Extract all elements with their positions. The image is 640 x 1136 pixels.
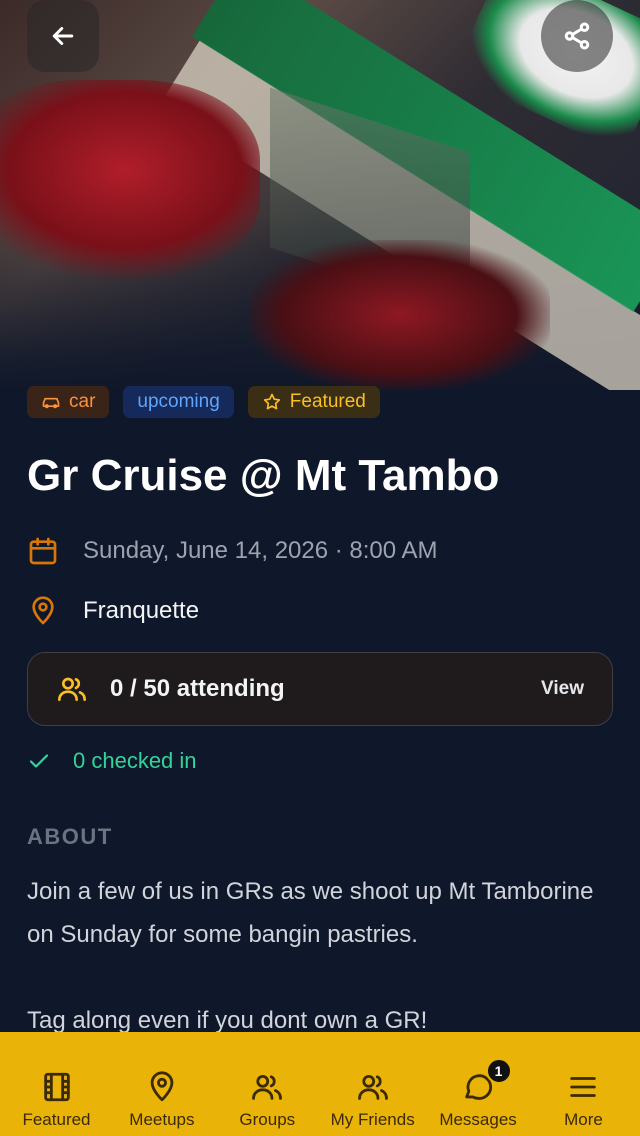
event-title: Gr Cruise @ Mt Tambo bbox=[27, 451, 500, 500]
nav-groups[interactable]: Groups bbox=[215, 1032, 320, 1136]
check-icon bbox=[29, 754, 49, 768]
map-pin-icon bbox=[32, 596, 54, 625]
star-icon bbox=[263, 393, 280, 410]
attendance-card[interactable]: 0 / 50 attending View bbox=[27, 652, 613, 726]
menu-icon bbox=[570, 1077, 597, 1097]
unread-badge: 1 bbox=[485, 1058, 512, 1084]
nav-featured[interactable]: Featured bbox=[4, 1032, 109, 1136]
users-icon bbox=[58, 677, 86, 701]
nav-label: Featured bbox=[22, 1110, 91, 1129]
back-button[interactable] bbox=[27, 0, 99, 72]
tag-label: upcoming bbox=[137, 391, 220, 412]
nav-label: Meetups bbox=[129, 1110, 195, 1129]
tag-car: car bbox=[27, 386, 110, 418]
nav-label: Groups bbox=[239, 1110, 296, 1129]
about-paragraph: Join a few of us in GRs as we shoot up M… bbox=[27, 878, 594, 948]
users-icon bbox=[357, 1074, 388, 1100]
calendar-icon bbox=[29, 537, 57, 565]
event-location: Franquette bbox=[83, 597, 200, 624]
nav-messages[interactable]: 1 Messages bbox=[426, 1032, 531, 1136]
bottom-navigation: Featured Meetups Groups My Friends 1 Mes… bbox=[0, 1032, 640, 1136]
about-heading: ABOUT bbox=[27, 824, 113, 849]
event-date-row: Sunday, June 14, 2026 · 8:00 AM bbox=[27, 535, 437, 567]
nav-my-friends[interactable]: My Friends bbox=[320, 1032, 425, 1136]
tag-label: car bbox=[69, 391, 96, 412]
nav-label: More bbox=[564, 1110, 603, 1129]
nav-label: My Friends bbox=[330, 1110, 415, 1129]
event-tags: car upcoming Featured bbox=[27, 386, 380, 418]
nav-meetups[interactable]: Meetups bbox=[109, 1032, 214, 1136]
share-button[interactable] bbox=[541, 0, 613, 72]
arrow-left-icon bbox=[52, 27, 74, 45]
tag-upcoming: upcoming bbox=[123, 386, 234, 418]
view-attendees-button[interactable]: View bbox=[541, 678, 584, 700]
nav-more[interactable]: More bbox=[531, 1032, 636, 1136]
map-pin-icon bbox=[150, 1071, 174, 1102]
event-datetime: Sunday, June 14, 2026 · 8:00 AM bbox=[83, 537, 438, 564]
tag-label: Featured bbox=[289, 391, 366, 412]
car-icon bbox=[42, 397, 60, 409]
users-icon bbox=[252, 1074, 283, 1100]
event-location-row[interactable]: Franquette bbox=[27, 595, 199, 627]
film-icon bbox=[43, 1072, 70, 1102]
nav-label: Messages bbox=[439, 1110, 517, 1129]
checked-in-status: 0 checked in bbox=[27, 748, 197, 774]
tag-featured: Featured bbox=[247, 386, 380, 418]
checked-in-count: 0 checked in bbox=[73, 748, 197, 773]
attendance-count: 0 / 50 attending bbox=[110, 675, 285, 702]
share-icon bbox=[564, 22, 590, 50]
